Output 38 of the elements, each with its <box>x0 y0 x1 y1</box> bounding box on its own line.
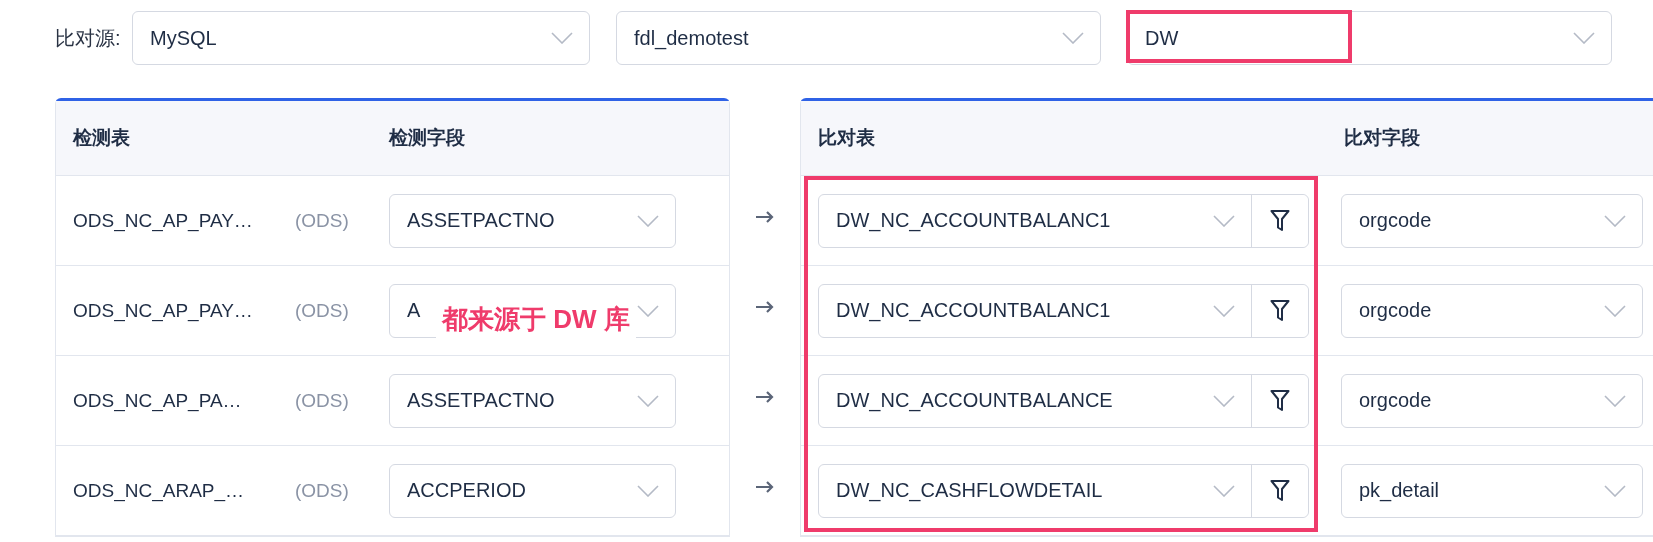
chevron-down-icon <box>1062 32 1084 44</box>
dropdown-select[interactable]: ASSETPACTNO <box>389 373 676 428</box>
dropdown-select[interactable]: fdl_demotest <box>616 11 1101 65</box>
dropdown-select[interactable]: ACCPERIOD <box>389 463 676 518</box>
table-name: ODS_NC_AP_PAY… <box>73 299 254 322</box>
column-header: 比对字段 <box>1344 127 1420 148</box>
dropdown-select[interactable]: DW <box>1127 11 1612 65</box>
chevron-down-icon <box>1604 214 1626 227</box>
table-name: ODS_NC_AP_PA… <box>73 389 243 412</box>
table-name: ODS_NC_ARAP_… <box>73 479 246 502</box>
chevron-down-icon <box>637 214 659 227</box>
chevron-down-icon <box>1573 32 1595 44</box>
dropdown-select[interactable]: MySQL <box>132 11 590 65</box>
column-header: 检测字段 <box>389 127 465 148</box>
schema-label: (ODS) <box>295 479 349 502</box>
table-name: ODS_NC_AP_PAY… <box>73 209 254 232</box>
schema-label: (ODS) <box>295 299 349 322</box>
chevron-down-icon <box>1604 484 1626 497</box>
dropdown-select[interactable]: ASSETPACTNO <box>389 193 676 248</box>
column-header: 检测表 <box>73 127 130 148</box>
arrow-right-icon <box>756 301 774 313</box>
arrow-right-icon <box>756 391 774 403</box>
chevron-down-icon <box>551 32 573 44</box>
dropdown-select[interactable]: orgcode <box>1341 283 1643 338</box>
chevron-down-icon <box>1604 394 1626 407</box>
column-header: 比对表 <box>818 127 875 148</box>
dropdown-select[interactable]: orgcode <box>1341 373 1643 428</box>
dropdown-select[interactable]: pk_detail <box>1341 463 1643 518</box>
schema-label: (ODS) <box>295 389 349 412</box>
source-label: 比对源: <box>55 25 122 51</box>
dropdown-select[interactable]: orgcode <box>1341 193 1643 248</box>
schema-label: (ODS) <box>295 209 349 232</box>
arrow-right-icon <box>756 211 774 223</box>
chevron-down-icon <box>637 304 659 317</box>
chevron-down-icon <box>1604 304 1626 317</box>
chevron-down-icon <box>637 394 659 407</box>
arrow-right-icon <box>756 481 774 493</box>
chevron-down-icon <box>637 484 659 497</box>
